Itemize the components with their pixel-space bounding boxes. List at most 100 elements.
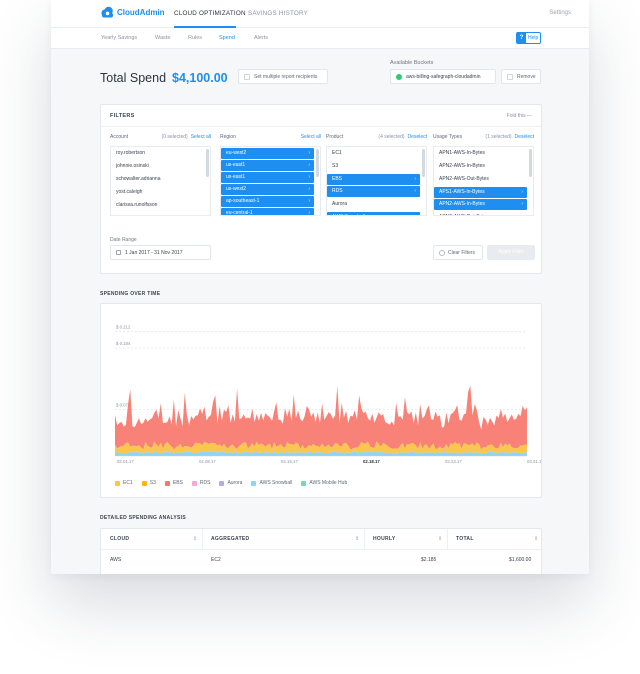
chevron-right-icon: › xyxy=(521,201,523,207)
date-range-value: 1 Jan 2017 - 31 Nov 2017 xyxy=(125,249,183,256)
list-item[interactable]: ap-southeast-1 › xyxy=(221,196,314,207)
legend-item[interactable]: AWS Snowball xyxy=(251,480,292,486)
nav-savings-history[interactable]: SAVINGS HISTORY xyxy=(248,10,308,17)
column-header-total[interactable]: TOTAL xyxy=(447,529,474,549)
list-item[interactable]: EC1 xyxy=(327,147,426,160)
legend-item[interactable]: RDS xyxy=(191,480,210,486)
list-item[interactable]: johnnie.osinski xyxy=(111,160,210,173)
list-item-label: S3 xyxy=(332,163,339,169)
selected-count: (0 selected) xyxy=(161,134,188,140)
sort-icon[interactable]: ⇕ xyxy=(355,529,359,549)
legend-swatch xyxy=(141,480,147,486)
list-item[interactable]: yost.caleigh xyxy=(111,186,210,199)
cell-total: $1,600.00 xyxy=(509,557,532,563)
series-area-ebs xyxy=(115,385,527,450)
chart-legend: EC1 S3 EBS RDS Aurora AWS Snowball AWS Mobile … xyxy=(115,480,356,486)
list-scrollbar[interactable] xyxy=(316,149,319,177)
list-item[interactable]: us-west2 › xyxy=(221,184,314,195)
selected-count: (1 selected) xyxy=(485,134,512,140)
list-item[interactable]: clarissa.runolfsson xyxy=(111,199,210,212)
chevron-right-icon: › xyxy=(308,162,310,168)
list-item[interactable]: AWS Snowball › xyxy=(327,212,420,215)
column-header-cloud[interactable]: CLOUD xyxy=(101,529,129,549)
column-header-aggregated[interactable]: AGGREGATED xyxy=(202,529,249,549)
bucket-name: aws-billing-safegraph-cloudadmin xyxy=(406,73,481,80)
legend-swatch xyxy=(301,480,307,486)
list-item[interactable]: APN2-AWS-Out-Bytes xyxy=(434,173,533,186)
filter-column-title: Usage Types xyxy=(433,134,463,140)
column-header-hourly[interactable]: HOURLY xyxy=(364,529,395,549)
sort-icon[interactable]: ⇕ xyxy=(534,529,538,549)
list-item[interactable]: eu-central-1 › xyxy=(221,208,314,215)
list-item[interactable]: us-east1 › xyxy=(221,160,314,171)
tab-spend[interactable]: Spend xyxy=(219,35,235,41)
list-scrollbar[interactable] xyxy=(529,149,532,177)
apply-filter-button[interactable]: Apply Filter xyxy=(487,245,535,260)
tab-waste[interactable]: Waste xyxy=(155,35,170,41)
date-range-input[interactable]: 1 Jan 2017 - 31 Nov 2017 xyxy=(110,245,211,260)
list-item[interactable]: perry.wiza xyxy=(111,212,210,215)
filter-list[interactable]: eu-west2 › us-east1 › us-east1 › us-west2 › ap-s… xyxy=(220,146,321,216)
remove-label: Remove xyxy=(517,73,536,80)
legend-item[interactable]: S3 xyxy=(141,480,156,486)
brand[interactable]: CloudAdmin xyxy=(100,6,165,18)
available-buckets-label: Available Buckets xyxy=(390,60,434,66)
settings-link[interactable]: Settings xyxy=(549,10,571,16)
list-item[interactable]: APN2-AWS-In-Bytes xyxy=(434,160,533,173)
sort-icon[interactable]: ⇕ xyxy=(193,529,197,549)
remove-icon xyxy=(507,73,513,80)
list-item-label: APN1-AWS-In-Bytes xyxy=(439,150,485,156)
analysis-section-title: DETAILED SPENDING ANALYSIS xyxy=(100,515,186,521)
legend-item[interactable]: Aurora xyxy=(219,480,242,486)
fold-label: Fold this xyxy=(506,113,526,119)
legend-item[interactable]: AWS Mobile Hub xyxy=(301,480,347,486)
select-toggle-link[interactable]: Deselect xyxy=(515,134,534,140)
select-toggle-link[interactable]: Select all xyxy=(191,134,211,140)
legend-label: AWS Mobile Hub xyxy=(309,480,348,486)
tab-rules[interactable]: Rules xyxy=(188,35,202,41)
list-item[interactable]: Aurora xyxy=(327,198,426,211)
remove-bucket-button[interactable]: Remove xyxy=(501,69,541,84)
filter-list[interactable]: roy.robertson johnnie.osinski schowalter.a… xyxy=(110,146,211,216)
nav-cloud-optimization[interactable]: CLOUD OPTIMIZATION xyxy=(174,10,246,17)
clear-filters-button[interactable]: Clear Filters xyxy=(433,245,483,260)
list-item-label: APS1-AWS-In-Bytes xyxy=(439,189,485,195)
legend-label: AWS Snowball xyxy=(259,480,293,486)
help-button[interactable]: ? Help xyxy=(516,32,541,44)
list-item-label: johnnie.osinski xyxy=(116,163,149,169)
select-toggle-link[interactable]: Deselect xyxy=(408,134,427,140)
list-item[interactable]: eu-west2 › xyxy=(221,148,314,159)
sort-icon[interactable]: ⇕ xyxy=(438,529,442,549)
list-item[interactable]: schowalter.adrianna xyxy=(111,173,210,186)
tab-yearly-savings[interactable]: Yearly Savings xyxy=(101,35,137,41)
list-item[interactable]: us-east1 › xyxy=(221,172,314,183)
list-item[interactable]: roy.robertson xyxy=(111,147,210,160)
list-item[interactable]: EBS › xyxy=(327,174,420,185)
spending-section-title: SPENDING OVER TIME xyxy=(100,291,161,297)
legend-item[interactable]: EC1 xyxy=(115,480,133,486)
set-recipients-button[interactable]: Set multiple report recipients xyxy=(238,69,328,84)
filter-list[interactable]: APN1-AWS-In-Bytes APN2-AWS-In-Bytes APN2-A… xyxy=(433,146,534,216)
list-item-label: EC1 xyxy=(332,150,342,156)
list-scrollbar[interactable] xyxy=(206,149,209,177)
list-item[interactable]: S3 xyxy=(327,160,426,173)
table-header-divider xyxy=(101,549,541,550)
x-tick-label: 02.18.17 xyxy=(363,459,380,464)
legend-item[interactable]: EBS xyxy=(164,480,183,486)
filter-list[interactable]: EC1 S3 EBS › RDS › Aurora AWS Snowball › xyxy=(326,146,427,216)
list-item[interactable]: APN1-AWS-In-Bytes xyxy=(434,147,533,160)
select-toggle-link[interactable]: Select all xyxy=(301,134,321,140)
list-item-label: ap-southeast-1 xyxy=(226,198,260,204)
tab-alerts[interactable]: Alerts xyxy=(254,35,268,41)
list-item[interactable]: APS1-AWS-In-Bytes › xyxy=(434,187,527,198)
fold-filters-toggle[interactable]: Fold this — xyxy=(507,113,532,119)
brand-name: CloudAdmin xyxy=(117,7,165,17)
list-item[interactable]: APN2-AWS-Out-Bytes xyxy=(434,211,533,215)
filters-header: FILTERS Fold this — xyxy=(101,105,541,127)
filter-column-account: Account (0 selected) Select all roy.roberts… xyxy=(110,134,211,216)
list-scrollbar[interactable] xyxy=(422,149,425,177)
list-item[interactable]: RDS › xyxy=(327,186,420,197)
filter-column-usage-types: Usage Types (1 selected) Deselect APN1-AWS-… xyxy=(433,134,534,216)
list-item[interactable]: APN2-AWS-In-Bytes › xyxy=(434,199,527,210)
bucket-selector[interactable]: aws-billing-safegraph-cloudadmin xyxy=(390,69,496,84)
